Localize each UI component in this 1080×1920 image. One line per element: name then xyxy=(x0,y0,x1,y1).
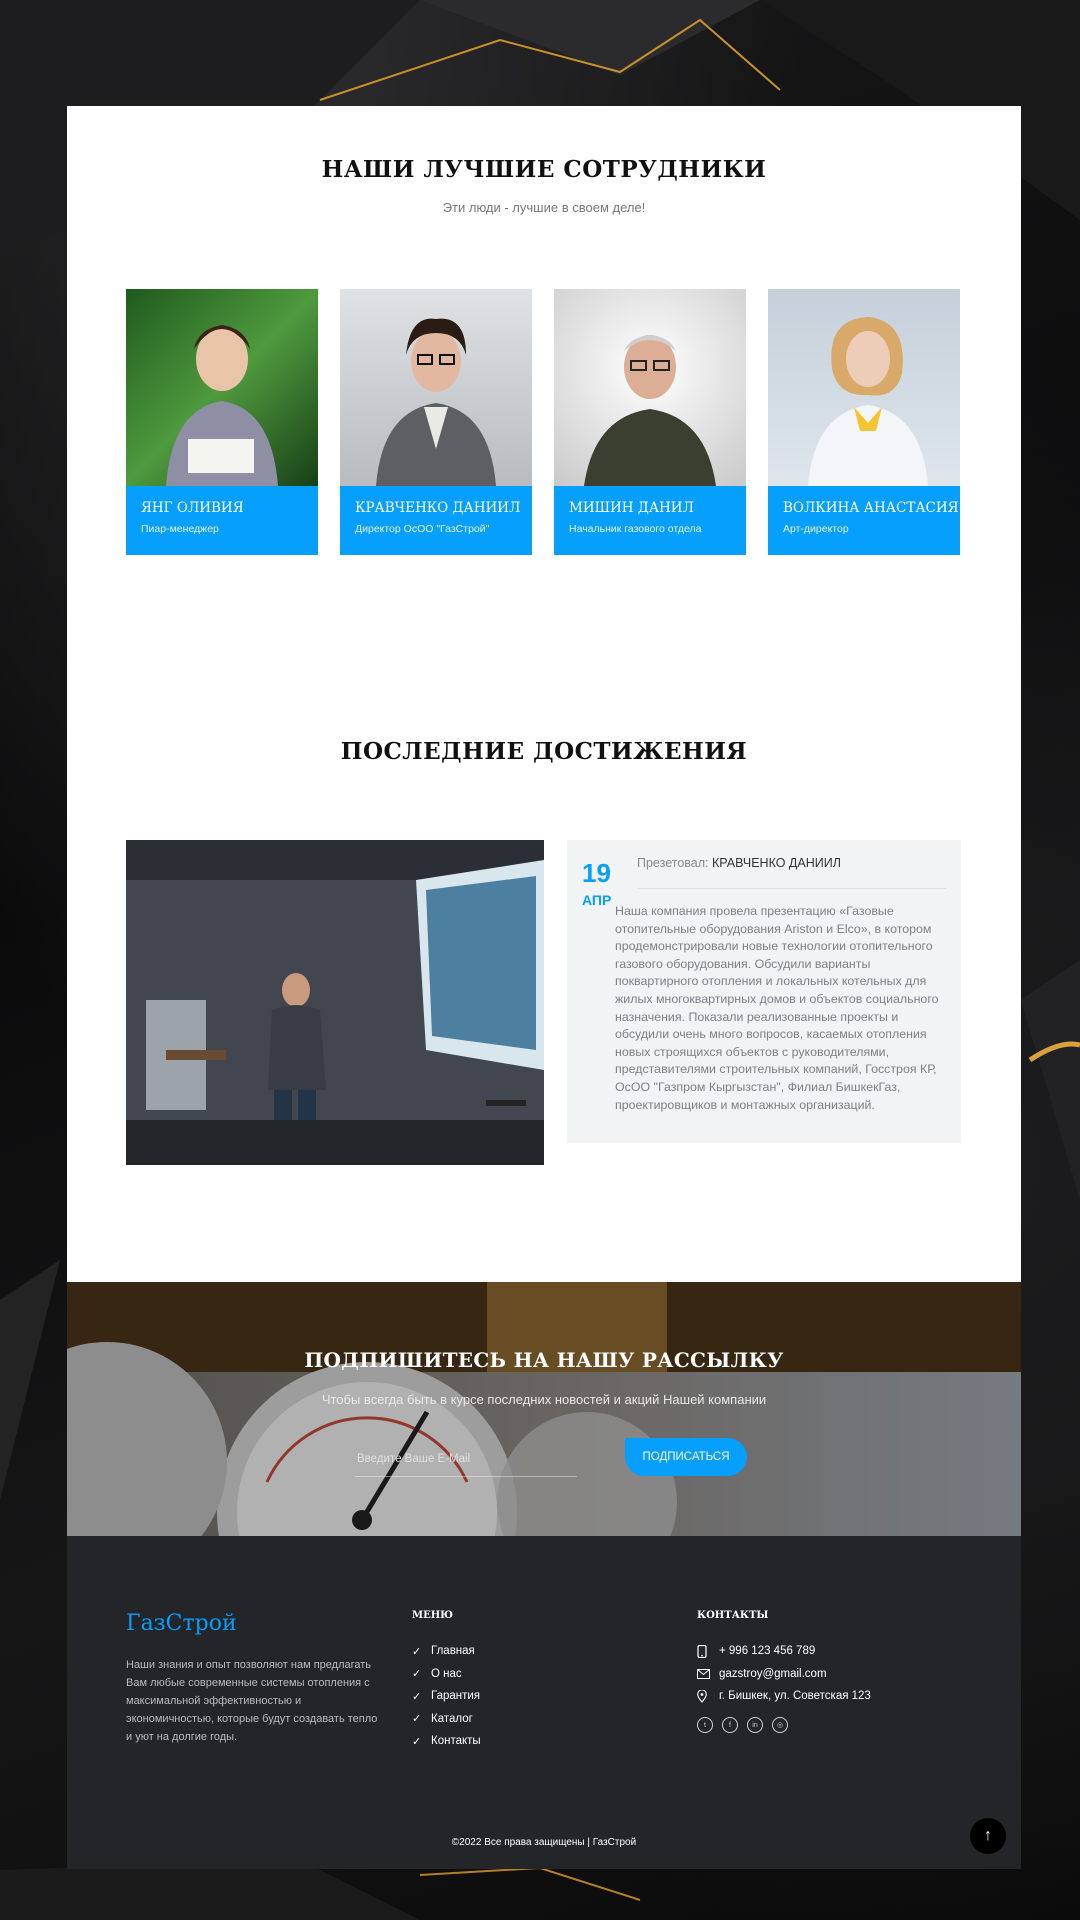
achievement-month: АПР xyxy=(582,892,612,908)
address-value: г. Бишкек, ул. Советская 123 xyxy=(719,1690,871,1703)
check-icon: ✓ xyxy=(412,1735,422,1748)
social-links: t f in ◎ xyxy=(697,1717,788,1733)
footer-about: Наши знания и опыт позволяют нам предлаг… xyxy=(126,1659,378,1743)
team-title: НАШИ ЛУЧШИЕ СОТРУДНИКИ xyxy=(321,156,767,183)
presenter-label: Презетовал: xyxy=(637,856,709,870)
dribbble-icon[interactable]: ◎ xyxy=(772,1717,788,1733)
team-role: Пиар-менеджер xyxy=(141,523,219,535)
phone-value: + 996 123 456 789 xyxy=(719,1645,816,1658)
subscribe-button[interactable]: ПОДПИСАТЬСЯ xyxy=(625,1438,747,1476)
team-card[interactable]: МИШИН ДАНИЛ Начальник газового отдела xyxy=(554,289,746,555)
check-icon: ✓ xyxy=(412,1645,422,1658)
team-name: ВОЛКИНА АНАСТАСИЯ xyxy=(783,500,959,516)
presenter: Презетовал: КРАВЧЕНКО ДАНИИЛ xyxy=(637,856,841,870)
team-name: МИШИН ДАНИЛ xyxy=(569,500,694,516)
phone-icon xyxy=(697,1644,719,1658)
menu-label: О нас xyxy=(431,1667,462,1680)
contacts-title: КОНТАКТЫ xyxy=(697,1610,769,1621)
email-input[interactable] xyxy=(355,1442,577,1477)
footer-menu: ✓ Главная ✓ О нас ✓ Гарантия ✓ Каталог ✓ Конт… xyxy=(412,1640,481,1753)
content-panel: НАШИ ЛУЧШИЕ СОТРУДНИКИ Эти люди - лучшие… xyxy=(67,106,1021,1282)
team-grid: ЯНГ ОЛИВИЯ Пиар-менеджер КРАВЧЕНКО ДАНИИ… xyxy=(126,289,962,555)
contacts-list: + 996 123 456 789 gazstroy@gmail.com г. … xyxy=(697,1640,871,1708)
contact-email[interactable]: gazstroy@gmail.com xyxy=(697,1663,871,1686)
menu-label: Гарантия xyxy=(431,1690,481,1703)
team-name: ЯНГ ОЛИВИЯ xyxy=(141,500,244,516)
contact-phone[interactable]: + 996 123 456 789 xyxy=(697,1640,871,1663)
newsletter-title: ПОДПИШИТЕСЬ НА НАШУ РАССЫЛКУ xyxy=(304,1348,784,1372)
team-role: Арт-директор xyxy=(783,523,849,535)
check-icon: ✓ xyxy=(412,1690,422,1703)
email-value: gazstroy@gmail.com xyxy=(719,1667,827,1680)
achievement-photo xyxy=(126,840,544,1165)
menu-item-about[interactable]: ✓ О нас xyxy=(412,1663,481,1686)
menu-item-home[interactable]: ✓ Главная xyxy=(412,1640,481,1663)
envelope-icon xyxy=(697,1668,719,1679)
team-role: Директор ОсОО "ГазСтрой" xyxy=(355,523,490,535)
team-photo xyxy=(768,289,960,486)
menu-title: МЕНЮ xyxy=(412,1610,454,1621)
team-photo xyxy=(554,289,746,486)
achievements-title: ПОСЛЕДНИЕ ДОСТИЖЕНИЯ xyxy=(340,738,748,765)
achievement-day: 19 xyxy=(582,858,611,888)
team-photo xyxy=(126,289,318,486)
check-icon: ✓ xyxy=(412,1668,422,1681)
menu-item-contacts[interactable]: ✓ Контакты xyxy=(412,1730,481,1753)
menu-label: Контакты xyxy=(431,1735,481,1748)
copyright: ©2022 Все права защищены | ГазСтрой xyxy=(451,1837,637,1848)
contact-address: г. Бишкек, ул. Советская 123 xyxy=(697,1685,871,1708)
footer-brand[interactable]: ГазСтрой xyxy=(126,1611,237,1636)
team-card[interactable]: КРАВЧЕНКО ДАНИИЛ Директор ОсОО "ГазСтрой… xyxy=(340,289,532,555)
achievement-card: 19 АПР Презетовал: КРАВЧЕНКО ДАНИИЛ Наша… xyxy=(567,840,961,1143)
twitter-icon[interactable]: t xyxy=(697,1717,713,1733)
linkedin-icon[interactable]: in xyxy=(747,1717,763,1733)
location-pin-icon xyxy=(697,1689,719,1703)
team-photo xyxy=(340,289,532,486)
menu-item-warranty[interactable]: ✓ Гарантия xyxy=(412,1685,481,1708)
scroll-to-top-button[interactable]: ↑ xyxy=(970,1818,1006,1854)
main-container: НАШИ ЛУЧШИЕ СОТРУДНИКИ Эти люди - лучшие… xyxy=(67,106,1021,1869)
newsletter-subtitle: Чтобы всегда быть в курсе последних ново… xyxy=(321,1392,767,1407)
check-icon: ✓ xyxy=(412,1713,422,1726)
team-card[interactable]: ЯНГ ОЛИВИЯ Пиар-менеджер xyxy=(126,289,318,555)
team-name: КРАВЧЕНКО ДАНИИЛ xyxy=(355,500,521,516)
menu-label: Каталог xyxy=(431,1712,473,1725)
arrow-up-icon: ↑ xyxy=(984,1827,992,1844)
team-card[interactable]: ВОЛКИНА АНАСТАСИЯ Арт-директор xyxy=(768,289,960,555)
menu-label: Главная xyxy=(431,1645,475,1658)
team-subtitle: Эти люди - лучшие в своем деле! xyxy=(442,200,646,215)
footer: ГазСтрой Наши знания и опыт позволяют на… xyxy=(67,1536,1021,1869)
menu-item-catalog[interactable]: ✓ Каталог xyxy=(412,1708,481,1731)
achievement-description: Наша компания провела презентацию «Газов… xyxy=(615,904,939,1112)
divider xyxy=(637,888,946,889)
newsletter-section: ПОДПИШИТЕСЬ НА НАШУ РАССЫЛКУ Чтобы всегд… xyxy=(67,1282,1021,1536)
presenter-name: КРАВЧЕНКО ДАНИИЛ xyxy=(711,856,841,870)
team-role: Начальник газового отдела xyxy=(569,523,702,535)
facebook-icon[interactable]: f xyxy=(722,1717,738,1733)
